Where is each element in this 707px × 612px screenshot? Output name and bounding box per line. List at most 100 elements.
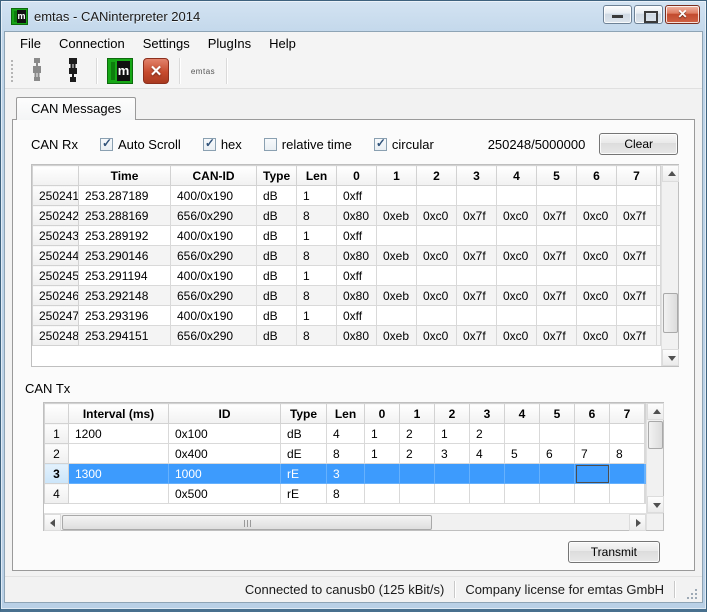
rx-cell[interactable]: [657, 226, 661, 246]
checkbox-relative-time[interactable]: relative time: [264, 137, 352, 152]
rx-row[interactable]: 250244253.290146656/0x290dB80x800xeb0xc0…: [33, 246, 661, 266]
rx-cell[interactable]: 0xff: [337, 186, 377, 206]
resize-grip[interactable]: [685, 587, 698, 600]
rx-row-number[interactable]: 250241: [33, 186, 79, 206]
tx-cell[interactable]: rE: [281, 464, 327, 484]
scroll-down-arrow-icon[interactable]: [647, 496, 664, 513]
tx-vertical-scrollbar[interactable]: [646, 403, 663, 513]
rx-row-number[interactable]: 250247: [33, 306, 79, 326]
tx-cell[interactable]: 3: [327, 464, 365, 484]
rx-scrollbar-thumb[interactable]: [663, 293, 678, 333]
rx-cell[interactable]: 0x7f: [617, 246, 657, 266]
rx-cell[interactable]: 0xff: [337, 266, 377, 286]
rx-cell[interactable]: 253.291194: [79, 266, 171, 286]
connect-button[interactable]: [20, 56, 54, 86]
tx-column-header[interactable]: Interval (ms): [69, 404, 169, 424]
rx-cell[interactable]: [417, 266, 457, 286]
rx-cell[interactable]: 0xeb: [377, 286, 417, 306]
rx-column-header[interactable]: Type: [257, 166, 297, 186]
tx-cell[interactable]: 4: [327, 424, 365, 444]
tx-cell[interactable]: [610, 424, 645, 444]
checkbox-unchecked-icon[interactable]: [264, 138, 277, 151]
tx-cell[interactable]: 8: [327, 444, 365, 464]
menu-item-settings[interactable]: Settings: [134, 34, 199, 53]
rx-cell[interactable]: 1: [297, 226, 337, 246]
rx-column-header[interactable]: CAN-ID: [171, 166, 257, 186]
rx-cell[interactable]: [457, 306, 497, 326]
tx-cell[interactable]: 0x500: [169, 484, 281, 504]
tx-cell[interactable]: 2: [400, 444, 435, 464]
rx-column-header[interactable]: 7: [617, 166, 657, 186]
tx-cell[interactable]: [575, 424, 610, 444]
tx-row-number[interactable]: 3: [45, 464, 69, 484]
checkbox-checked-icon[interactable]: [100, 138, 113, 151]
tx-cell[interactable]: [470, 484, 505, 504]
rx-column-header[interactable]: [657, 166, 661, 186]
abort-button[interactable]: [139, 56, 173, 86]
rx-cell[interactable]: [577, 306, 617, 326]
rx-cell[interactable]: 0xeb: [377, 206, 417, 226]
disconnect-button[interactable]: [56, 56, 90, 86]
rx-cell[interactable]: [617, 226, 657, 246]
rx-cell[interactable]: 0x7f: [457, 246, 497, 266]
checkbox-hex[interactable]: hex: [203, 137, 242, 152]
rx-table[interactable]: TimeCAN-IDTypeLen01234567250241253.28718…: [32, 165, 661, 346]
tx-column-header[interactable]: 4: [505, 404, 540, 424]
tx-column-header[interactable]: 3: [470, 404, 505, 424]
menu-item-help[interactable]: Help: [260, 34, 305, 53]
tx-cell[interactable]: 1200: [69, 424, 169, 444]
tx-cell[interactable]: 8: [327, 484, 365, 504]
rx-cell[interactable]: dB: [257, 206, 297, 226]
rx-cell[interactable]: 0xc0: [577, 246, 617, 266]
tx-corner-header[interactable]: [45, 404, 69, 424]
tx-cell[interactable]: [69, 444, 169, 464]
rx-cell[interactable]: 0xc0: [497, 206, 537, 226]
tx-column-header[interactable]: 5: [540, 404, 575, 424]
tx-horizontal-scrollbar[interactable]: [44, 514, 646, 530]
rx-cell[interactable]: [657, 246, 661, 266]
tx-row[interactable]: 112000x100dB41212: [45, 424, 646, 444]
rx-cell[interactable]: 253.288169: [79, 206, 171, 226]
rx-row-number[interactable]: 250244: [33, 246, 79, 266]
checkbox-checked-icon[interactable]: [374, 138, 387, 151]
rx-cell[interactable]: 656/0x290: [171, 246, 257, 266]
rx-cell[interactable]: 8: [297, 246, 337, 266]
rx-cell[interactable]: 0xc0: [577, 206, 617, 226]
rx-cell[interactable]: 253.287189: [79, 186, 171, 206]
rx-cell[interactable]: [377, 306, 417, 326]
rx-row-number[interactable]: 250243: [33, 226, 79, 246]
tx-cell[interactable]: [400, 484, 435, 504]
tx-cell[interactable]: [540, 424, 575, 444]
rx-cell[interactable]: 0xc0: [497, 326, 537, 346]
close-button[interactable]: [665, 5, 700, 24]
rx-cell[interactable]: [457, 226, 497, 246]
rx-column-header[interactable]: Len: [297, 166, 337, 186]
rx-cell[interactable]: 1: [297, 186, 337, 206]
rx-row[interactable]: 250242253.288169656/0x290dB80x800xeb0xc0…: [33, 206, 661, 226]
rx-row[interactable]: 250245253.291194400/0x190dB10xff: [33, 266, 661, 286]
rx-cell[interactable]: dB: [257, 326, 297, 346]
scroll-up-arrow-icon[interactable]: [662, 165, 679, 182]
tx-cell[interactable]: 1: [365, 424, 400, 444]
rx-cell[interactable]: 0x80: [337, 326, 377, 346]
rx-column-header[interactable]: 3: [457, 166, 497, 186]
tx-row[interactable]: 313001000rE3: [45, 464, 646, 484]
rx-cell[interactable]: [417, 186, 457, 206]
clear-button[interactable]: Clear: [599, 133, 678, 155]
tx-cell[interactable]: [540, 484, 575, 504]
rx-cell[interactable]: 400/0x190: [171, 186, 257, 206]
rx-cell[interactable]: 656/0x290: [171, 286, 257, 306]
rx-cell[interactable]: 253.290146: [79, 246, 171, 266]
tx-row[interactable]: 40x500rE8: [45, 484, 646, 504]
rx-cell[interactable]: [417, 306, 457, 326]
tx-column-header[interactable]: ID: [169, 404, 281, 424]
rx-cell[interactable]: 0x7f: [537, 206, 577, 226]
rx-cell[interactable]: [537, 266, 577, 286]
tx-cell[interactable]: 5: [505, 444, 540, 464]
rx-cell[interactable]: dB: [257, 226, 297, 246]
menu-item-file[interactable]: File: [11, 34, 50, 53]
rx-cell[interactable]: 400/0x190: [171, 226, 257, 246]
menu-item-connection[interactable]: Connection: [50, 34, 134, 53]
rx-cell[interactable]: 0x7f: [617, 286, 657, 306]
rx-cell[interactable]: [657, 326, 661, 346]
